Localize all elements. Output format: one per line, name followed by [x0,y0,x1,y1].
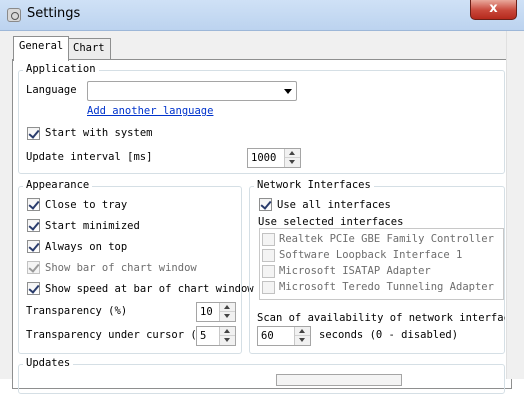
application-group-title: Application [23,63,99,75]
stepper-down-icon[interactable] [220,336,235,345]
show-speed-bar-label: Show speed at bar of chart window [45,283,254,295]
chevron-down-icon [284,89,292,94]
transparency-value: 10 [200,306,213,318]
show-bar-chart-window-label: Show bar of chart window [45,262,197,274]
appearance-group-title: Appearance [23,179,93,191]
stepper-buttons [284,149,300,167]
transparency-label: Transparency (%) [26,305,128,317]
interface-checkbox[interactable] [262,281,275,294]
stepper-buttons [219,327,235,345]
start-with-system-checkbox[interactable] [27,127,40,140]
settings-app-icon [7,8,21,22]
tab-general[interactable]: General [13,36,70,61]
always-on-top-label: Always on top [45,241,128,253]
updates-group-title: Updates [23,357,74,369]
stepper-up-icon[interactable] [220,327,235,336]
interfaces-list[interactable]: Realtek PCIe GBE Family Controller Softw… [259,228,504,300]
updates-group: Updates [18,357,505,394]
start-minimized-checkbox[interactable] [27,219,40,232]
scan-interval-label: Scan of availability of network interfac… [257,312,505,324]
network-group-title: Network Interfaces [254,179,374,191]
scan-interval-suffix: seconds (0 - disabled) [319,329,459,341]
interface-label: Microsoft ISATAP Adapter [279,265,431,277]
title-bar: Settings x [0,0,524,31]
close-to-tray-checkbox[interactable] [27,198,40,211]
use-all-interfaces-label: Use all interfaces [277,199,391,211]
updates-button[interactable] [276,374,402,386]
add-language-link[interactable]: Add another language [87,105,213,117]
transparency-cursor-stepper[interactable]: 5 [196,326,236,346]
close-to-tray-label: Close to tray [45,199,128,211]
scan-interval-value: 60 [261,330,274,342]
interface-checkbox[interactable] [262,249,275,262]
interface-checkbox[interactable] [262,233,275,246]
vertical-scrollbar[interactable] [506,31,524,379]
use-all-interfaces-checkbox[interactable] [259,198,272,211]
show-bar-chart-window-checkbox[interactable] [27,261,40,274]
window-title: Settings [27,6,81,21]
transparency-cursor-label: Transparency under cursor (%) [26,329,196,341]
interface-checkbox[interactable] [262,265,275,278]
language-label: Language [26,84,77,96]
stepper-down-icon[interactable] [285,158,300,167]
scan-interval-stepper[interactable]: 60 [257,326,311,346]
update-interval-label: Update interval [ms] [26,151,153,163]
stepper-up-icon[interactable] [220,303,235,312]
stepper-down-icon[interactable] [220,312,235,321]
stepper-up-icon[interactable] [285,149,300,158]
update-interval-stepper[interactable]: 1000 [247,148,301,168]
stepper-up-icon[interactable] [295,327,310,336]
stepper-buttons [294,327,310,345]
stepper-down-icon[interactable] [295,336,310,345]
close-button[interactable]: x [470,0,517,20]
transparency-stepper[interactable]: 10 [196,302,236,322]
start-minimized-label: Start minimized [45,220,140,232]
start-with-system-label: Start with system [45,127,153,139]
always-on-top-checkbox[interactable] [27,240,40,253]
language-select[interactable] [87,81,297,101]
show-speed-bar-checkbox[interactable] [27,282,40,295]
tab-chart[interactable]: Chart [67,38,111,59]
stepper-buttons [219,303,235,321]
interface-label: Realtek PCIe GBE Family Controller [279,233,494,245]
update-interval-value: 1000 [251,152,277,164]
transparency-cursor-value: 5 [200,330,207,342]
use-selected-interfaces-label: Use selected interfaces [258,216,404,228]
interface-label: Software Loopback Interface 1 [279,249,463,261]
interface-label: Microsoft Teredo Tunneling Adapter [279,281,494,293]
